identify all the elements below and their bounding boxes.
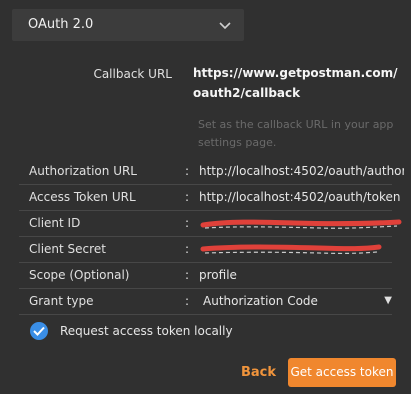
authorization-url-input[interactable]: http://localhost:4502/oauth/author xyxy=(199,164,404,178)
client-id-label: Client ID xyxy=(29,216,81,230)
grant-type-select[interactable]: Authorization Code xyxy=(203,294,408,308)
checkmark-icon xyxy=(33,326,45,336)
back-button[interactable]: Back xyxy=(241,365,276,380)
callback-url-label: Callback URL xyxy=(93,67,172,81)
separator: : xyxy=(185,242,190,256)
auth-type-value: OAuth 2.0 xyxy=(28,17,94,32)
authorization-url-row: Authorization URL : http://localhost:450… xyxy=(19,159,404,185)
scope-label: Scope (Optional) xyxy=(29,268,130,282)
separator: : xyxy=(185,216,190,230)
oauth2-panel: OAuth 2.0 Callback URL https://www.getpo… xyxy=(0,0,411,394)
client-secret-label: Client Secret xyxy=(29,242,106,256)
access-token-url-label: Access Token URL xyxy=(29,190,136,204)
callback-url-value: https://www.getpostman.com/oauth2/callba… xyxy=(193,66,398,100)
grant-type-label: Grant type xyxy=(29,294,94,308)
access-token-url-row: Access Token URL : http://localhost:4502… xyxy=(19,185,400,211)
separator: : xyxy=(185,190,190,204)
separator: : xyxy=(185,294,190,308)
access-token-url-input[interactable]: http://localhost:4502/oauth/token xyxy=(199,190,404,204)
auth-type-select[interactable]: OAuth 2.0 xyxy=(12,9,244,41)
caret-down-icon[interactable]: ▼ xyxy=(384,295,392,306)
authorization-url-label: Authorization URL xyxy=(29,164,137,178)
separator: : xyxy=(185,268,190,282)
request-locally-checkbox[interactable] xyxy=(30,322,48,340)
get-access-token-button[interactable]: Get access token xyxy=(288,358,396,387)
redaction-scribble xyxy=(200,244,382,255)
redaction-scribble xyxy=(200,219,402,229)
client-id-row: Client ID : xyxy=(19,211,402,237)
scope-input[interactable]: profile xyxy=(199,268,404,282)
divider xyxy=(19,314,392,315)
chevron-down-icon xyxy=(219,22,231,30)
callback-url-help: Set as the callback URL in your app sett… xyxy=(198,118,394,149)
request-locally-label[interactable]: Request access token locally xyxy=(60,324,233,338)
scope-row: Scope (Optional) : profile xyxy=(19,263,392,289)
grant-type-row: Grant type : Authorization Code ▼ xyxy=(19,289,392,315)
client-secret-row: Client Secret : xyxy=(19,237,392,263)
separator: : xyxy=(185,164,190,178)
